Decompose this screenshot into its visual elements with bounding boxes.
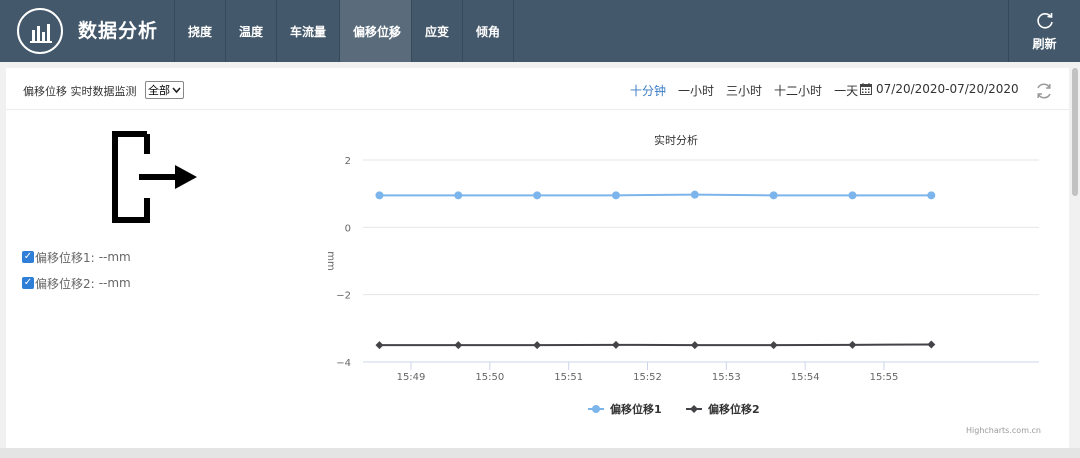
- tab-inclination[interactable]: 倾角: [463, 0, 514, 62]
- sensor-label: 偏移位移2:: [35, 276, 95, 291]
- legend-label: 偏移位移1: [610, 402, 662, 416]
- x-tick-label: 15:51: [554, 372, 583, 383]
- vertical-scrollbar[interactable]: [1070, 62, 1080, 458]
- refresh-icon: [1036, 12, 1053, 29]
- refresh-label: 刷新: [1032, 36, 1057, 51]
- data-point: [533, 191, 542, 200]
- tab-strain[interactable]: 应变: [412, 0, 463, 62]
- x-tick-label: 15:53: [712, 372, 741, 383]
- tab-label: 温度: [239, 24, 264, 39]
- data-point: [690, 190, 699, 199]
- data-point: [611, 340, 620, 349]
- sensor-select[interactable]: 全部: [145, 81, 184, 99]
- tab-deflection[interactable]: 挠度: [174, 0, 227, 62]
- tab-label: 应变: [424, 24, 449, 39]
- sensor-value: --mm: [98, 276, 131, 290]
- reload-icon[interactable]: [1035, 82, 1053, 100]
- chart-credits: Highcharts.com.cn: [966, 426, 1041, 435]
- x-tick-label: 15:49: [397, 372, 426, 383]
- tab-temperature[interactable]: 温度: [226, 0, 278, 62]
- data-point: [927, 340, 936, 349]
- x-tick-label: 15:50: [475, 372, 504, 383]
- data-point: [927, 191, 936, 200]
- y-tick-label: 0: [345, 223, 351, 234]
- app-header: 数据分析 挠度 温度 车流量 偏移位移 ➚ 应变 倾角 刷新: [0, 0, 1080, 62]
- checkbox-checked-icon[interactable]: ✓: [22, 251, 34, 263]
- data-point: [611, 191, 620, 200]
- sensor-value: --mm: [98, 250, 131, 264]
- refresh-button[interactable]: 刷新: [1008, 0, 1080, 62]
- horizontal-scrollbar[interactable]: [0, 448, 1080, 458]
- bar-chart-logo-icon: [17, 8, 63, 54]
- range-three-hours[interactable]: 三小时: [726, 82, 762, 99]
- legend-marker: [592, 405, 600, 413]
- exit-icon: [112, 131, 197, 223]
- app-title: 数据分析: [78, 20, 159, 42]
- data-point: [690, 341, 699, 350]
- y-tick-label: 2: [345, 156, 351, 167]
- chevron-down-icon: [172, 86, 181, 93]
- date-range-text: 07/20/2020-07/20/2020: [876, 82, 1019, 96]
- legend-label: 偏移位移2: [708, 402, 760, 416]
- sensor-checkbox-list: ✓ 偏移位移1: --mm ✓ 偏移位移2: --mm: [22, 244, 131, 296]
- tab-traffic-flow[interactable]: 车流量: [277, 0, 341, 62]
- sensor-checkbox-row[interactable]: ✓ 偏移位移1: --mm: [22, 244, 131, 270]
- sensor-checkbox-row[interactable]: ✓ 偏移位移2: --mm: [22, 270, 131, 296]
- data-point: [454, 341, 463, 350]
- checkbox-checked-icon[interactable]: ✓: [22, 277, 34, 289]
- date-range-picker[interactable]: 07/20/2020-07/20/2020: [860, 82, 1019, 96]
- data-point: [769, 341, 778, 350]
- chart-title: 实时分析: [654, 133, 698, 147]
- data-point: [533, 341, 542, 350]
- x-tick-label: 15:54: [791, 372, 820, 383]
- sensor-select-value: 全部: [148, 84, 170, 97]
- monitor-title: 偏移位移 实时数据监测: [23, 85, 137, 98]
- calendar-icon: [860, 83, 872, 95]
- data-point: [375, 191, 384, 200]
- range-one-hour[interactable]: 一小时: [678, 82, 714, 99]
- main-panel: 偏移位移 实时数据监测 全部 十分钟 一小时 三小时 十二小时 一天 07/20…: [6, 68, 1069, 448]
- range-twelve-hours[interactable]: 十二小时: [774, 82, 822, 99]
- tab-label: 挠度: [188, 24, 213, 39]
- time-range-group: 十分钟 一小时 三小时 十二小时 一天: [630, 82, 858, 99]
- scrollbar-thumb[interactable]: [1072, 68, 1078, 196]
- x-tick-label: 15:52: [633, 372, 662, 383]
- y-tick-label: −2: [336, 291, 351, 302]
- y-tick-label: −4: [336, 358, 351, 369]
- tab-label: 倾角: [475, 24, 500, 39]
- data-point: [848, 191, 857, 200]
- data-point: [769, 191, 778, 200]
- toolbar: 偏移位移 实时数据监测 全部 十分钟 一小时 三小时 十二小时 一天 07/20…: [6, 68, 1069, 110]
- realtime-line-chart: 实时分析 2 0 −2 −4 15:49 15:50 15:51 15:52 15:53 15:54…: [325, 133, 1041, 435]
- data-point: [848, 340, 857, 349]
- tab-offset-displacement[interactable]: 偏移位移 ➚: [340, 0, 412, 62]
- x-tick-label: 15:55: [870, 372, 899, 383]
- sensor-label: 偏移位移1:: [35, 250, 95, 265]
- data-point: [454, 191, 463, 200]
- y-axis-label: mm: [325, 251, 336, 270]
- main-nav: 挠度 温度 车流量 偏移位移 ➚ 应变 倾角: [174, 0, 514, 62]
- tab-label: 车流量: [290, 24, 327, 39]
- range-ten-minutes[interactable]: 十分钟: [630, 82, 666, 99]
- legend-marker: [690, 405, 698, 413]
- data-point: [375, 341, 384, 350]
- mouse-cursor-icon: ➚: [387, 28, 398, 44]
- range-one-day[interactable]: 一天: [834, 82, 858, 99]
